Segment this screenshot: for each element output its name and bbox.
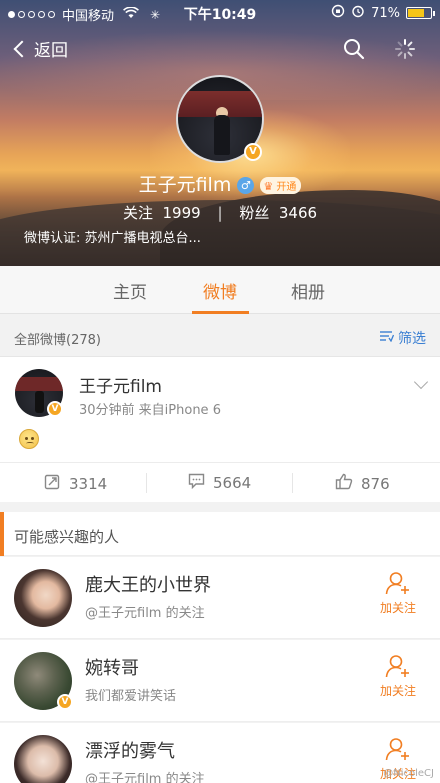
crown-icon: ♛ <box>263 180 274 193</box>
filter-label: 筛选 <box>398 331 426 347</box>
add-user-icon <box>385 655 409 678</box>
thumbs-up-icon <box>335 473 353 494</box>
add-user-icon <box>385 572 409 595</box>
followers-count: 3466 <box>278 204 318 222</box>
tab-album[interactable]: 相册 <box>291 278 325 303</box>
battery-percent: 71% <box>371 5 400 21</box>
loading-icon[interactable] <box>394 38 416 60</box>
active-tab-indicator <box>192 311 249 314</box>
post-author-name[interactable]: 王子元film <box>79 372 162 397</box>
tab-home[interactable]: 主页 <box>113 278 147 303</box>
suggested-person-subtitle: @王子元film 的关注 <box>85 606 205 621</box>
profile-tabs: 主页 微博 相册 <box>0 266 440 314</box>
section-accent-bar <box>0 512 4 556</box>
chevron-down-icon[interactable] <box>413 374 429 390</box>
repost-icon <box>44 473 61 494</box>
post-meta: 30分钟前 来自iPhone 6 <box>79 403 221 418</box>
suggested-person-avatar[interactable] <box>14 735 72 783</box>
back-label: 返回 <box>34 41 68 61</box>
verification-text: 微博认证: 苏州广播电视总台... <box>24 231 201 246</box>
filter-button[interactable]: 筛选 <box>380 328 426 348</box>
profile-name-row: 王子元film ♂ ♛ 开通 <box>0 170 440 197</box>
follow-button[interactable]: 加关注 <box>368 654 428 699</box>
suggestions-header: 可能感兴趣的人 <box>0 512 440 556</box>
suggested-person-avatar[interactable] <box>14 569 72 627</box>
nav-bar: 返回 <box>0 30 440 70</box>
comment-count: 5664 <box>213 474 252 492</box>
suggested-person-name[interactable]: 鹿大王的小世界 <box>85 571 211 597</box>
profile-name: 王子元film <box>138 174 232 196</box>
feed-header: 全部微博(278) 筛选 <box>0 318 440 356</box>
following-stat[interactable]: 关注 1999 <box>123 204 201 222</box>
back-button[interactable]: 返回 <box>12 36 68 61</box>
suggestions-title: 可能感兴趣的人 <box>14 528 120 546</box>
repost-button[interactable]: 3314 <box>44 473 107 494</box>
post-count: 全部微博(278) <box>14 333 101 348</box>
verified-badge-icon: V <box>47 401 63 417</box>
add-user-icon <box>385 738 409 761</box>
followers-stat[interactable]: 粉丝 3466 <box>239 204 317 222</box>
verified-badge-icon: V <box>244 143 262 161</box>
following-count: 1999 <box>162 204 201 222</box>
suggested-person[interactable]: V 婉转哥 我们都爱讲笑话 加关注 <box>0 640 440 722</box>
follow-button[interactable]: 加关注 <box>368 571 428 616</box>
follow-label: 加关注 <box>379 601 416 615</box>
suggested-person[interactable]: 鹿大王的小世界 @王子元film 的关注 加关注 <box>0 557 440 639</box>
tab-weibo[interactable]: 微博 <box>203 278 237 303</box>
battery-icon <box>406 7 435 19</box>
alarm-icon <box>351 4 365 22</box>
repost-count: 3314 <box>69 474 108 493</box>
comment-button[interactable]: 5664 <box>188 473 251 493</box>
follow-label: 加关注 <box>379 684 416 698</box>
following-label: 关注 <box>122 204 153 222</box>
vip-badge[interactable]: ♛ 开通 <box>260 177 302 194</box>
like-count: 876 <box>361 474 390 493</box>
verified-badge-icon: V <box>57 694 73 710</box>
suggested-person-subtitle: 我们都爱讲笑话 <box>85 689 177 704</box>
stats-divider: | <box>217 204 223 222</box>
suggested-person-name[interactable]: 漂浮的雾气 <box>85 737 175 763</box>
suggested-person-subtitle: @王子元film 的关注 <box>85 772 205 783</box>
rotation-lock-icon <box>331 4 345 22</box>
followers-label: 粉丝 <box>239 204 270 222</box>
suggested-person[interactable]: 漂浮的雾气 @王子元film 的关注 加关注 <box>0 723 440 783</box>
like-button[interactable]: 876 <box>335 473 390 494</box>
chevron-left-icon <box>13 40 31 57</box>
comment-icon <box>188 473 205 493</box>
vip-label: 开通 <box>276 182 297 193</box>
profile-stats: 关注 1999 | 粉丝 3466 <box>0 202 440 223</box>
filter-icon <box>380 330 395 346</box>
sad-face-emoji-icon <box>19 429 39 449</box>
male-icon: ♂ <box>237 177 255 194</box>
status-bar: 中国移动 ✳ 下午10:49 71% <box>0 0 440 26</box>
watermark: @NicoleCJ <box>383 768 434 779</box>
suggested-person-name[interactable]: 婉转哥 <box>85 654 139 680</box>
post-actions: 3314 5664 876 <box>0 462 440 502</box>
search-icon[interactable] <box>343 38 365 60</box>
